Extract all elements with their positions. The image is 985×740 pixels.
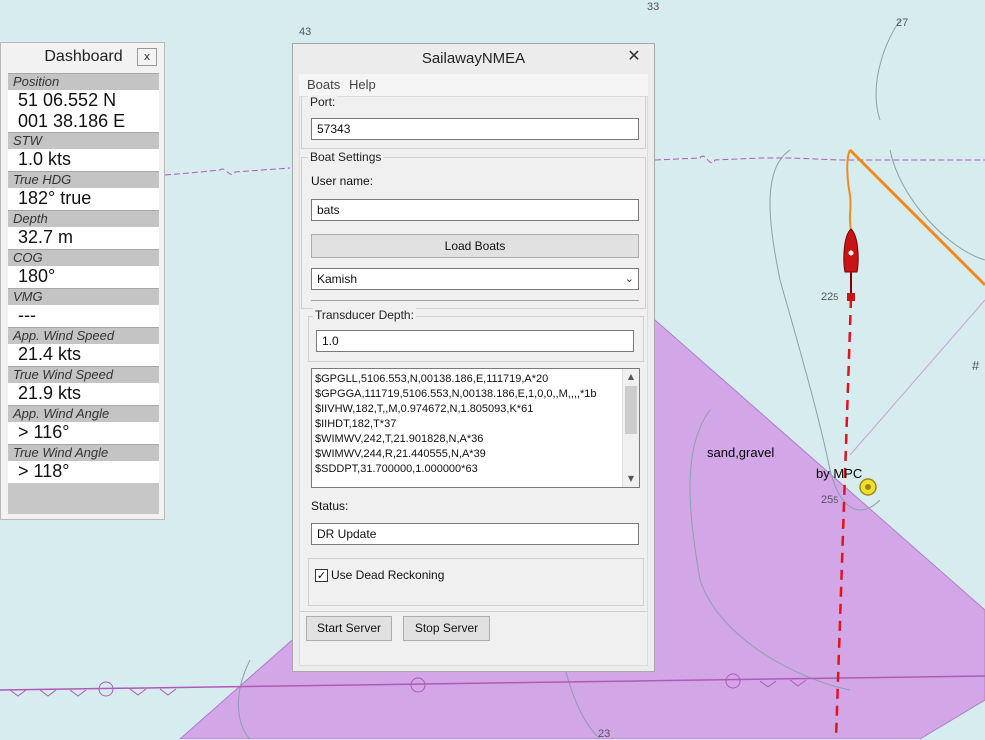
dead-reckoning-label[interactable]: Use Dead Reckoning <box>331 568 444 582</box>
dash-label: Depth <box>8 210 159 227</box>
depth-sounding: 33 <box>647 1 660 13</box>
dash-value: 51 06.552 N 001 38.186 E <box>8 90 159 132</box>
window-client-area: Port: 57343 Boat Settings User name: bat… <box>299 95 648 666</box>
depth-sounding: 43 <box>299 26 312 38</box>
boat-settings-label: Boat Settings <box>308 150 384 164</box>
dashboard-panel: Position 51 06.552 N 001 38.186 E STW 1.0… <box>8 73 159 514</box>
menu-bar: Boats Help <box>299 74 648 96</box>
dead-reckoning-checkbox[interactable]: ✓ <box>315 569 328 582</box>
load-boats-button[interactable]: Load Boats <box>311 234 639 258</box>
dash-label: COG <box>8 249 159 266</box>
log-line: $IIHDT,182,T*37 <box>315 418 397 430</box>
username-input[interactable]: bats <box>311 199 639 221</box>
log-line: $GPGLL,5106.553,N,00138.186,E,111719,A*2… <box>315 373 549 385</box>
stop-server-button[interactable]: Stop Server <box>403 616 490 641</box>
dash-label: STW <box>8 132 159 149</box>
dash-position: Position 51 06.552 N 001 38.186 E <box>8 73 159 132</box>
dash-label: True Wind Angle <box>8 444 159 461</box>
status-field: DR Update <box>311 523 639 545</box>
dash-stw: STW 1.0 kts <box>8 132 159 171</box>
depth-sounding: 23 <box>598 728 611 740</box>
dash-label: True Wind Speed <box>8 366 159 383</box>
dash-value: > 116° <box>8 422 159 444</box>
log-line: $SDDPT,31.700000,1.000000*63 <box>315 463 478 475</box>
dash-true-wind-speed: True Wind Speed 21.9 kts <box>8 366 159 405</box>
scroll-thumb[interactable] <box>625 386 637 434</box>
depth-sounding: 225 <box>821 291 839 303</box>
dash-app-wind-angle: App. Wind Angle > 116° <box>8 405 159 444</box>
dash-value: 182° true <box>8 188 159 210</box>
dash-vmg: VMG --- <box>8 288 159 327</box>
dashboard-close-button[interactable]: x <box>137 48 157 66</box>
boat-select[interactable]: Kamish ⌄ <box>311 268 639 290</box>
log-line: $WIMWV,244,R,21.440555,N,A*39 <box>315 448 486 460</box>
dead-reckoning-group <box>308 558 644 606</box>
port-label: Port: <box>308 95 338 109</box>
nmea-log[interactable]: $GPGLL,5106.553,N,00138.186,E,111719,A*2… <box>311 368 640 488</box>
dash-cog: COG 180° <box>8 249 159 288</box>
dashboard-window[interactable]: Dashboard x Position 51 06.552 N 001 38.1… <box>0 42 165 520</box>
dash-value: 1.0 kts <box>8 149 159 171</box>
mpc-marker-icon <box>859 478 877 496</box>
port-input[interactable]: 57343 <box>311 118 639 140</box>
dash-value: 32.7 m <box>8 227 159 249</box>
dash-label: Position <box>8 73 159 90</box>
dash-value: 21.4 kts <box>8 344 159 366</box>
dash-label: VMG <box>8 288 159 305</box>
dash-true-wind-angle: True Wind Angle > 118° <box>8 444 159 483</box>
start-server-button[interactable]: Start Server <box>306 616 392 641</box>
menu-help[interactable]: Help <box>349 77 376 92</box>
log-line: $GPGGA,111719,5106.553,N,00138.186,E,1,0… <box>315 388 597 400</box>
log-line: $WIMWV,242,T,21.901828,N,A*36 <box>315 433 484 445</box>
scroll-up-icon[interactable]: ▲ <box>623 369 639 385</box>
dash-value: > 118° <box>8 461 159 483</box>
dash-depth: Depth 32.7 m <box>8 210 159 249</box>
dash-value: 21.9 kts <box>8 383 159 405</box>
username-label: User name: <box>311 174 374 188</box>
dash-label: App. Wind Angle <box>8 405 159 422</box>
mpc-label: by MPC <box>816 466 863 481</box>
dash-label: App. Wind Speed <box>8 327 159 344</box>
dash-value: 180° <box>8 266 159 288</box>
depth-sounding: 255 <box>821 494 839 506</box>
chart-symbol: # <box>972 358 980 373</box>
window-title: SailawayNMEA <box>421 50 526 67</box>
depth-sounding: 27 <box>896 17 909 29</box>
dash-app-wind-speed: App. Wind Speed 21.4 kts <box>8 327 159 366</box>
menu-boats[interactable]: Boats <box>307 77 340 92</box>
dash-value: --- <box>8 305 159 327</box>
window-close-button[interactable]: ✕ <box>620 46 648 66</box>
sailaway-nmea-window[interactable]: SailawayNMEA ✕ Boats Help Port: 57343 Bo… <box>292 43 655 672</box>
status-label: Status: <box>311 499 349 513</box>
transducer-input[interactable]: 1.0 <box>316 330 634 352</box>
scroll-down-icon[interactable]: ▼ <box>623 471 639 487</box>
transducer-label: Transducer Depth: <box>313 308 416 322</box>
seabed-label: sand,gravel <box>707 445 775 460</box>
chevron-down-icon: ⌄ <box>624 273 634 285</box>
dash-label: True HDG <box>8 171 159 188</box>
log-scrollbar[interactable]: ▲ ▼ <box>622 369 639 487</box>
log-line: $IIVHW,182,T,,M,0.974672,N,1.805093,K*61 <box>315 403 534 415</box>
dash-true-hdg: True HDG 182° true <box>8 171 159 210</box>
